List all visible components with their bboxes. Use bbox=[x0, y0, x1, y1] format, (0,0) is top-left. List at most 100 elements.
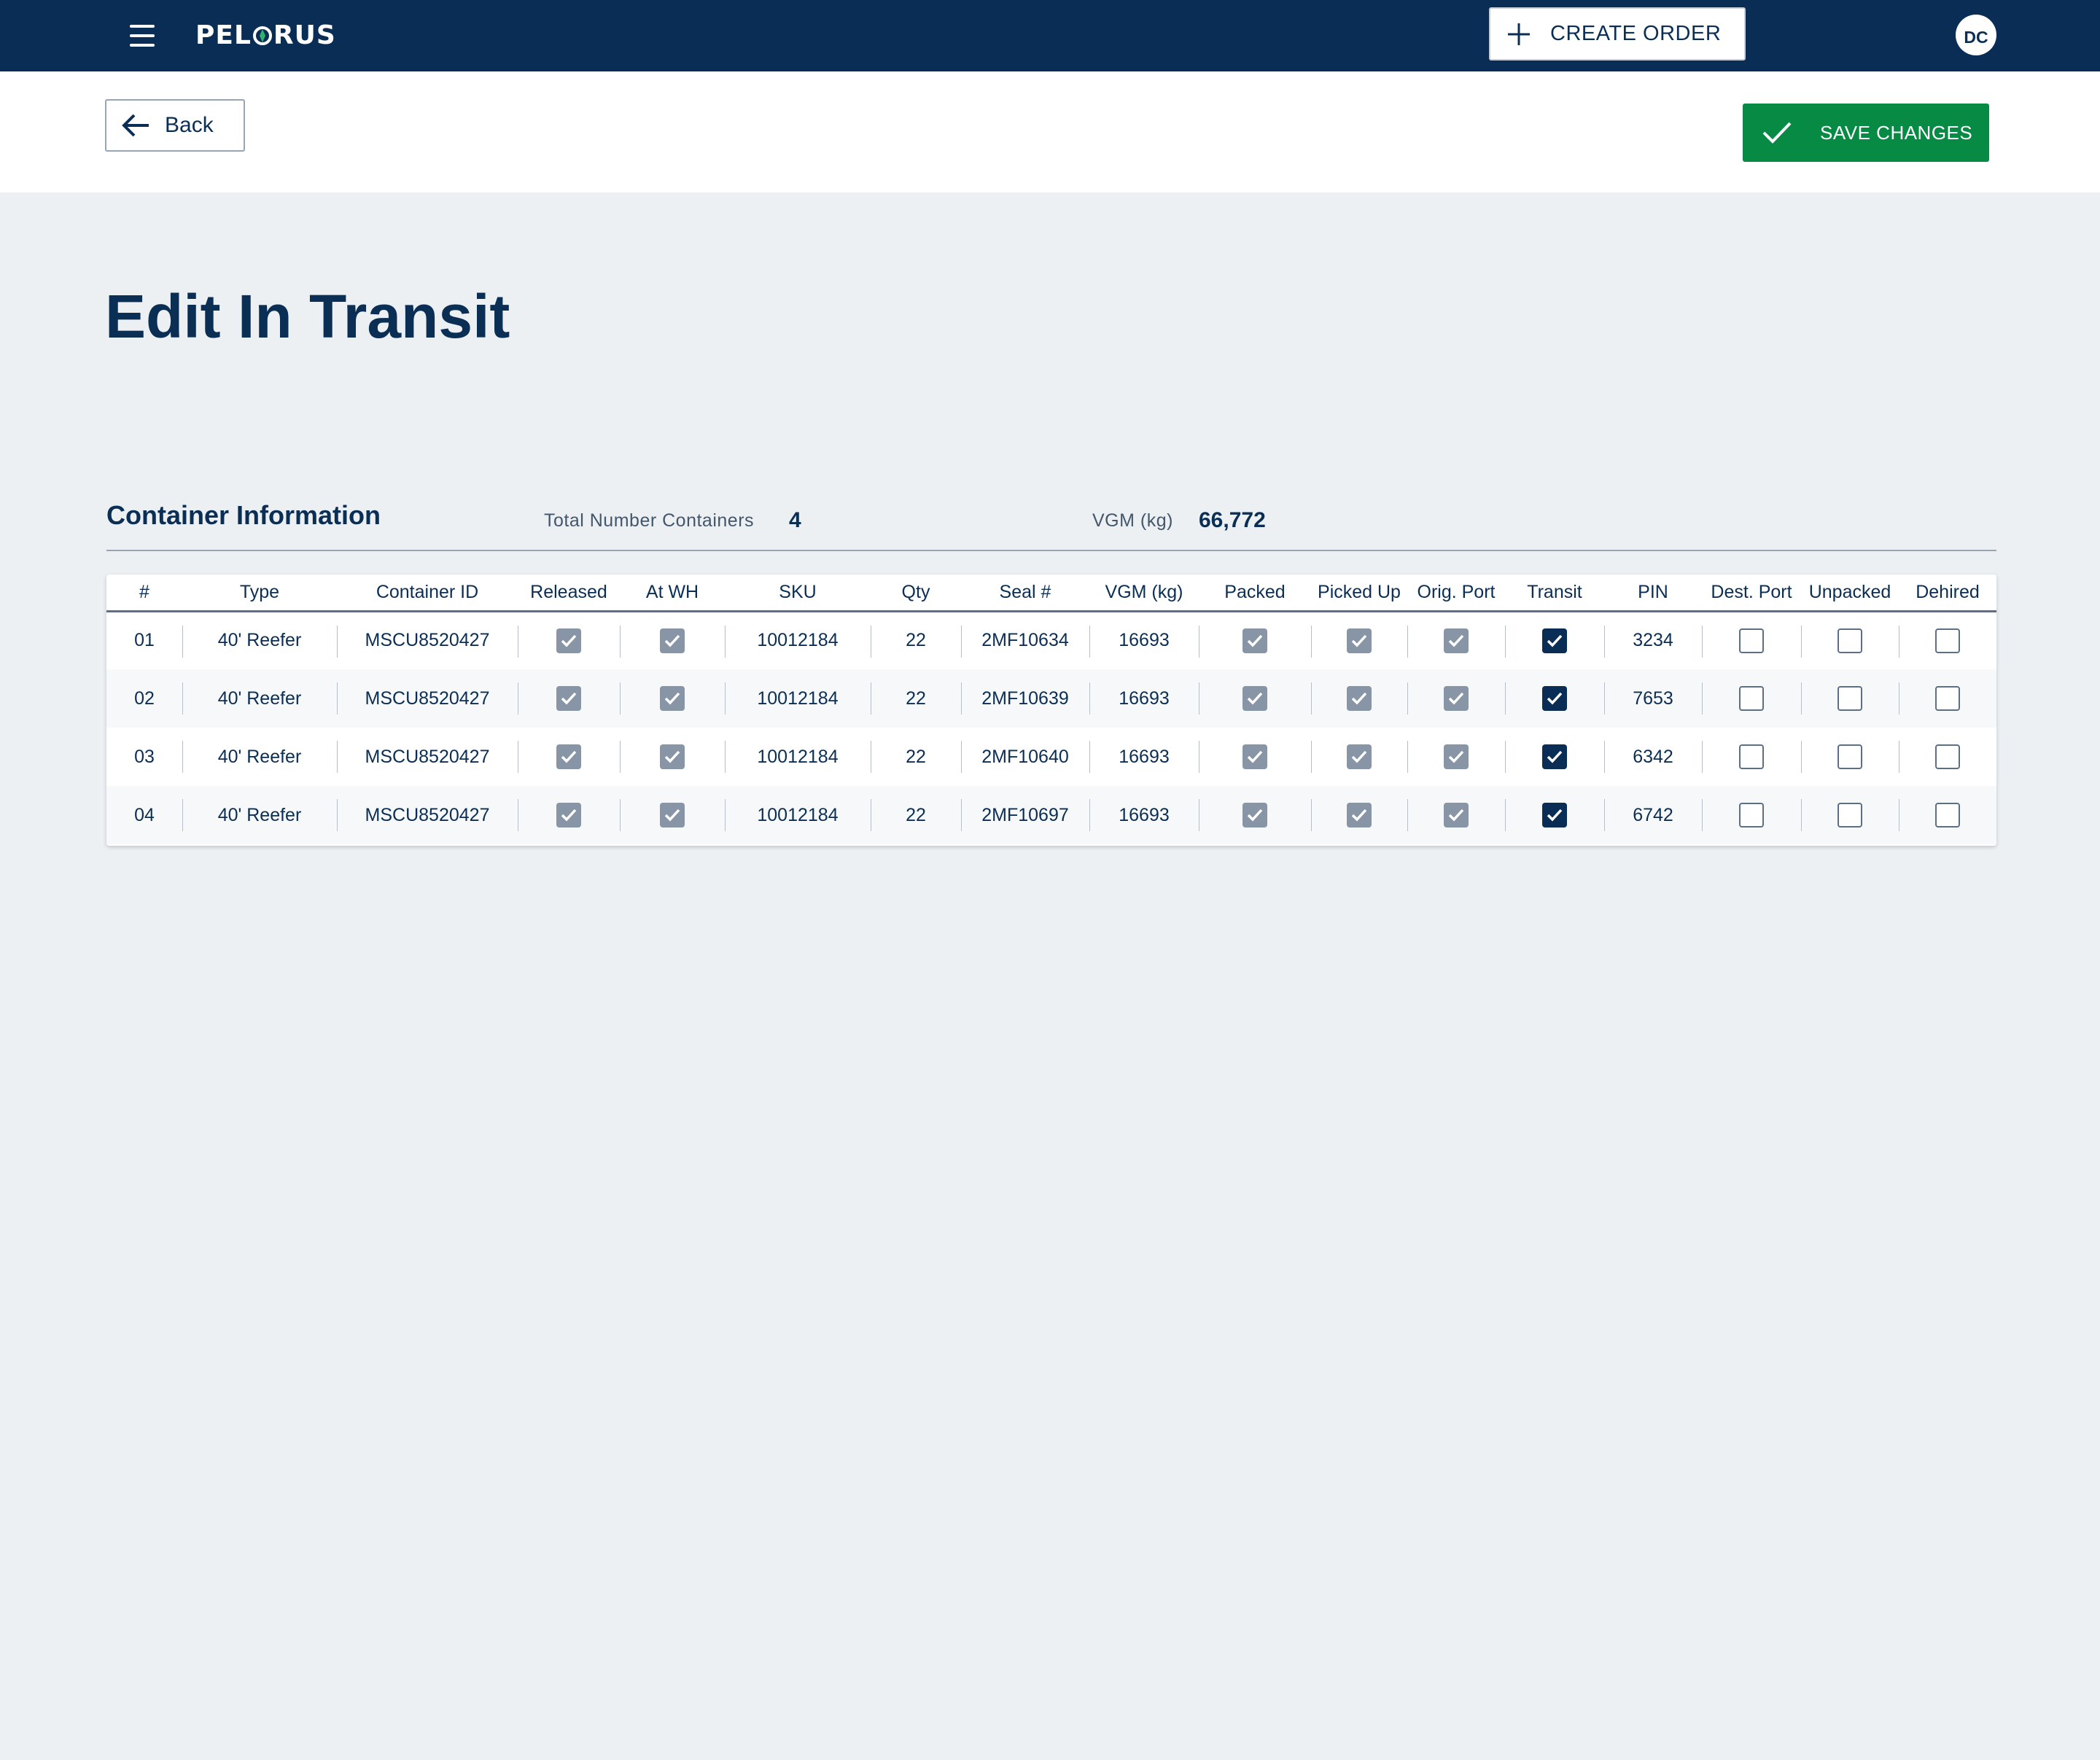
vgm-value-cell: 16693 bbox=[1089, 611, 1199, 669]
dehired-checkbox[interactable] bbox=[1935, 803, 1960, 828]
unpacked-cell bbox=[1801, 611, 1899, 669]
dest-port-cell bbox=[1702, 611, 1801, 669]
column-header[interactable]: VGM (kg) bbox=[1089, 575, 1199, 612]
packed-checkbox[interactable] bbox=[1242, 628, 1267, 653]
unpacked-checkbox[interactable] bbox=[1838, 803, 1862, 828]
picked-up-checkbox[interactable] bbox=[1347, 628, 1372, 653]
orig-port-cell bbox=[1407, 786, 1505, 844]
section-divider bbox=[106, 550, 1996, 551]
released-checkbox[interactable] bbox=[556, 744, 581, 769]
transit-checkbox[interactable] bbox=[1542, 744, 1567, 769]
column-header[interactable]: # bbox=[106, 575, 182, 612]
column-header[interactable]: Transit bbox=[1505, 575, 1604, 612]
at-wh-cell bbox=[620, 786, 725, 844]
at-wh-checkbox[interactable] bbox=[660, 686, 685, 711]
logo-compass-icon bbox=[252, 26, 272, 45]
column-header[interactable]: Seal # bbox=[961, 575, 1089, 612]
column-header[interactable]: Packed bbox=[1199, 575, 1311, 612]
container-type-cell: 40' Reefer bbox=[182, 669, 337, 728]
table-header-row: # Type Container ID Released At WH SKU Q… bbox=[106, 575, 1996, 612]
column-header[interactable]: SKU bbox=[725, 575, 871, 612]
container-type-cell: 40' Reefer bbox=[182, 728, 337, 786]
packed-cell bbox=[1199, 786, 1311, 844]
dehired-cell bbox=[1899, 728, 1996, 786]
container-id-cell: MSCU8520427 bbox=[337, 728, 518, 786]
vgm-total-label: VGM (kg) bbox=[1092, 510, 1173, 531]
back-button[interactable]: Back bbox=[105, 99, 245, 152]
released-checkbox[interactable] bbox=[556, 803, 581, 828]
column-header[interactable]: Dehired bbox=[1899, 575, 1996, 612]
dest-port-checkbox[interactable] bbox=[1739, 686, 1764, 711]
sku-cell: 10012184 bbox=[725, 669, 871, 728]
column-header[interactable]: At WH bbox=[620, 575, 725, 612]
table-row[interactable]: 02 40' Reefer MSCU8520427 10012184 22 2MF1063… bbox=[106, 669, 1996, 728]
row-number-cell: 03 bbox=[134, 746, 155, 767]
picked-up-checkbox[interactable] bbox=[1347, 744, 1372, 769]
packed-cell bbox=[1199, 728, 1311, 786]
packed-checkbox[interactable] bbox=[1242, 803, 1267, 828]
table-row[interactable]: 04 40' Reefer MSCU8520427 10012184 22 2MF1069… bbox=[106, 786, 1996, 844]
dest-port-checkbox[interactable] bbox=[1739, 744, 1764, 769]
at-wh-checkbox[interactable] bbox=[660, 628, 685, 653]
dest-port-cell bbox=[1702, 728, 1801, 786]
dest-port-checkbox[interactable] bbox=[1739, 803, 1764, 828]
vgm-value-cell: 16693 bbox=[1089, 786, 1199, 844]
at-wh-checkbox[interactable] bbox=[660, 744, 685, 769]
pelorus-logo[interactable]: PEL RUS bbox=[195, 19, 336, 52]
column-header[interactable]: PIN bbox=[1604, 575, 1702, 612]
column-header[interactable]: Released bbox=[518, 575, 620, 612]
logo-text-suffix: RUS bbox=[273, 20, 336, 50]
checkmark-icon bbox=[1762, 122, 1792, 144]
row-number-cell: 01 bbox=[134, 630, 155, 651]
unpacked-checkbox[interactable] bbox=[1838, 744, 1862, 769]
total-containers-label: Total Number Containers bbox=[544, 510, 755, 531]
hamburger-menu-icon[interactable] bbox=[130, 25, 155, 47]
save-changes-label: SAVE CHANGES bbox=[1820, 121, 1973, 144]
transit-checkbox[interactable] bbox=[1542, 803, 1567, 828]
column-header[interactable]: Qty bbox=[871, 575, 961, 612]
column-header[interactable]: Type bbox=[182, 575, 337, 612]
user-avatar[interactable]: DC bbox=[1956, 15, 1996, 55]
column-header[interactable]: Picked Up bbox=[1311, 575, 1407, 612]
pin-cell: 6742 bbox=[1604, 786, 1702, 844]
packed-checkbox[interactable] bbox=[1242, 744, 1267, 769]
table-row[interactable]: 01 40' Reefer MSCU8520427 10012184 22 2MF1063… bbox=[106, 611, 1996, 669]
create-order-button[interactable]: CREATE ORDER bbox=[1489, 7, 1746, 61]
dehired-checkbox[interactable] bbox=[1935, 686, 1960, 711]
column-header[interactable]: Orig. Port bbox=[1407, 575, 1505, 612]
arrow-left-icon bbox=[122, 114, 149, 137]
quantity-cell: 22 bbox=[871, 611, 961, 669]
dest-port-cell bbox=[1702, 669, 1801, 728]
dehired-cell bbox=[1899, 786, 1996, 844]
seal-number-cell: 2MF10697 bbox=[961, 786, 1089, 844]
column-header[interactable]: Dest. Port bbox=[1702, 575, 1801, 612]
column-header[interactable]: Container ID bbox=[337, 575, 518, 612]
column-header[interactable]: Unpacked bbox=[1801, 575, 1899, 612]
picked-up-checkbox[interactable] bbox=[1347, 803, 1372, 828]
container-table-card: # Type Container ID Released At WH SKU Q… bbox=[106, 575, 1996, 846]
seal-number-cell: 2MF10639 bbox=[961, 669, 1089, 728]
released-checkbox[interactable] bbox=[556, 686, 581, 711]
dehired-checkbox[interactable] bbox=[1935, 628, 1960, 653]
orig-port-cell bbox=[1407, 611, 1505, 669]
at-wh-cell bbox=[620, 728, 725, 786]
orig-port-checkbox[interactable] bbox=[1444, 744, 1469, 769]
dest-port-checkbox[interactable] bbox=[1739, 628, 1764, 653]
orig-port-checkbox[interactable] bbox=[1444, 686, 1469, 711]
unpacked-checkbox[interactable] bbox=[1838, 628, 1862, 653]
orig-port-checkbox[interactable] bbox=[1444, 803, 1469, 828]
transit-cell bbox=[1505, 669, 1604, 728]
table-row[interactable]: 03 40' Reefer MSCU8520427 10012184 22 2MF1064… bbox=[106, 728, 1996, 786]
unpacked-cell bbox=[1801, 786, 1899, 844]
transit-checkbox[interactable] bbox=[1542, 686, 1567, 711]
released-checkbox[interactable] bbox=[556, 628, 581, 653]
picked-up-checkbox[interactable] bbox=[1347, 686, 1372, 711]
dehired-checkbox[interactable] bbox=[1935, 744, 1960, 769]
save-changes-button[interactable]: SAVE CHANGES bbox=[1743, 104, 1989, 162]
transit-checkbox[interactable] bbox=[1542, 628, 1567, 653]
orig-port-checkbox[interactable] bbox=[1444, 628, 1469, 653]
sku-cell: 10012184 bbox=[725, 611, 871, 669]
at-wh-checkbox[interactable] bbox=[660, 803, 685, 828]
packed-checkbox[interactable] bbox=[1242, 686, 1267, 711]
unpacked-checkbox[interactable] bbox=[1838, 686, 1862, 711]
